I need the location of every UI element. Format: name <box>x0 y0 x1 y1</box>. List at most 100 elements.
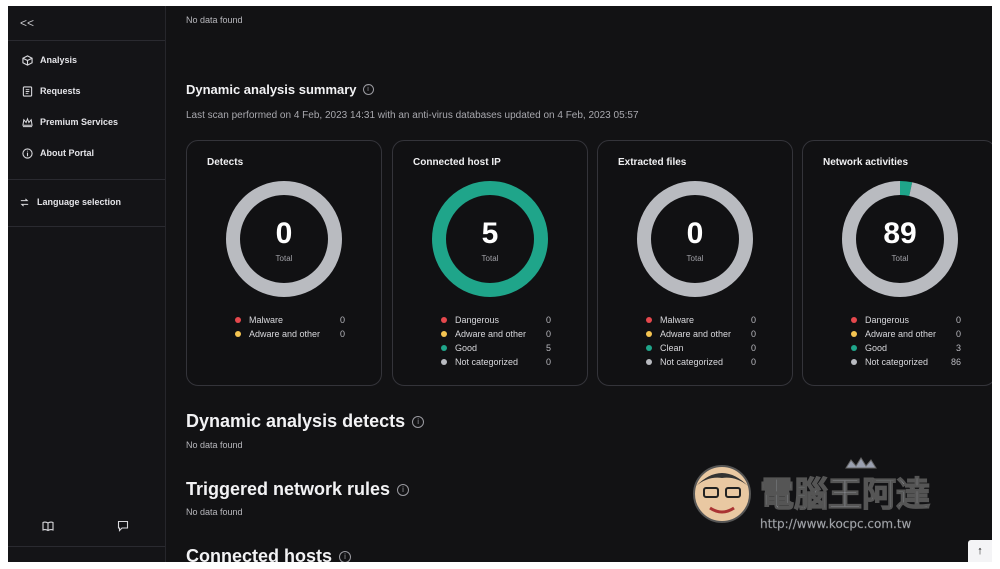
legend-dot <box>441 345 447 351</box>
collapse-sidebar-button[interactable]: << <box>20 16 34 30</box>
legend-label: Good <box>455 343 478 353</box>
legend-label: Malware <box>660 315 695 325</box>
connected-host-ip-card: Connected host IP 5 Total Dangerous 0 Adwa… <box>392 140 588 386</box>
legend-value: 3 <box>955 343 961 353</box>
legend-item: Dangerous 0 <box>851 313 961 327</box>
document-icon <box>22 85 33 97</box>
legend-value: 0 <box>750 343 756 353</box>
section-title-text: Connected hosts <box>186 546 333 562</box>
divider <box>8 546 165 547</box>
legend-value: 0 <box>339 329 345 339</box>
info-icon[interactable]: i <box>412 415 425 428</box>
legend-dot <box>851 331 857 337</box>
legend-value: 0 <box>545 315 551 325</box>
chat-icon[interactable] <box>117 519 129 532</box>
legend-dot <box>441 331 447 337</box>
legend-value: 0 <box>955 329 961 339</box>
legend-value: 0 <box>750 329 756 339</box>
legend-item: Malware 0 <box>646 313 756 327</box>
watermark-text: 電腦王阿達 <box>760 475 930 515</box>
info-icon <box>22 147 33 159</box>
legend-item: Good 5 <box>441 341 551 355</box>
extracted-files-card: Extracted files 0 Total Malware 0 Adware a… <box>597 140 793 386</box>
info-icon[interactable]: i <box>339 550 352 562</box>
sidebar-item-label: Analysis <box>40 55 78 65</box>
sidebar-item-label: Requests <box>40 86 81 96</box>
legend-label: Adware and other <box>660 329 732 339</box>
legend-item: Adware and other 0 <box>851 327 961 341</box>
legend-item: Not categorized 0 <box>646 355 756 369</box>
legend-item: Not categorized 86 <box>851 355 961 369</box>
scroll-to-top-button[interactable]: ↑ <box>968 540 992 562</box>
scan-info-text: Last scan performed on 4 Feb, 2023 14:31… <box>186 110 639 121</box>
card-title: Detects <box>207 157 244 168</box>
total-label: Total <box>275 254 293 263</box>
book-icon[interactable] <box>42 519 54 532</box>
detects-card: Detects 0 Total Malware 0 Adware and other… <box>186 140 382 386</box>
section-title-text: Dynamic analysis summary <box>186 82 357 97</box>
sidebar-item-requests[interactable]: Requests <box>22 84 81 98</box>
sidebar-item-label: Premium Services <box>40 117 119 127</box>
language-selection-label: Language selection <box>37 197 122 207</box>
legend-label: Not categorized <box>865 357 929 367</box>
legend-value: 0 <box>750 315 756 325</box>
legend-value: 0 <box>750 357 756 367</box>
legend-dot <box>851 359 857 365</box>
total-count: 5 <box>481 217 499 250</box>
legend-dot <box>851 345 857 351</box>
legend-dot <box>441 317 447 323</box>
legend-label: Good <box>865 343 888 353</box>
legend-value: 0 <box>955 315 961 325</box>
total-count: 0 <box>686 217 704 250</box>
legend-item: Good 3 <box>851 341 961 355</box>
no-data-text: No data found <box>186 440 243 450</box>
sidebar-item-about-portal[interactable]: About Portal <box>22 146 94 160</box>
legend-value: 86 <box>951 357 962 367</box>
sidebar-item-label: About Portal <box>40 148 94 158</box>
language-selection-button[interactable]: Language selection <box>19 195 121 209</box>
legend-dot <box>646 331 652 337</box>
cube-icon <box>22 54 33 66</box>
section-title-network-rules: Triggered network rules i <box>186 479 410 500</box>
info-icon[interactable]: i <box>397 483 410 496</box>
no-data-text: No data found <box>186 507 243 517</box>
section-title-connected-hosts: Connected hosts i <box>186 546 352 562</box>
legend-label: Clean <box>660 343 684 353</box>
section-title-detects: Dynamic analysis detects i <box>186 411 425 432</box>
legend-value: 0 <box>339 315 345 325</box>
watermark-url: http://www.kocpc.com.tw <box>760 517 912 531</box>
divider <box>8 40 165 41</box>
divider <box>8 179 165 180</box>
no-data-text: No data found <box>186 15 243 25</box>
legend-dot <box>235 317 241 323</box>
card-title: Network activities <box>823 157 909 168</box>
legend: Malware 0 Adware and other 0 Clean 0 Not categ… <box>646 313 756 369</box>
legend-label: Not categorized <box>455 357 519 367</box>
legend-item: Adware and other 0 <box>441 327 551 341</box>
card-title: Connected host IP <box>413 157 501 168</box>
card-title: Extracted files <box>618 157 687 168</box>
legend-value: 0 <box>545 357 551 367</box>
legend: Malware 0 Adware and other 0 <box>235 313 345 341</box>
section-title-text: Triggered network rules <box>186 479 391 499</box>
legend-label: Dangerous <box>865 315 910 325</box>
info-icon[interactable]: i <box>362 84 374 95</box>
legend-dot <box>646 359 652 365</box>
legend-item: Not categorized 0 <box>441 355 551 369</box>
total-label: Total <box>891 254 909 263</box>
legend-item: Adware and other 0 <box>235 327 345 341</box>
legend-dot <box>646 317 652 323</box>
legend-value: 0 <box>545 329 551 339</box>
sidebar-item-analysis[interactable]: Analysis <box>22 53 77 67</box>
legend-label: Adware and other <box>455 329 527 339</box>
section-title-summary: Dynamic analysis summary i <box>186 82 374 97</box>
sidebar-item-premium-services[interactable]: Premium Services <box>22 115 118 129</box>
legend-item: Malware 0 <box>235 313 345 327</box>
crown-icon <box>22 116 33 127</box>
legend-item: Adware and other 0 <box>646 327 756 341</box>
legend-label: Malware <box>249 315 284 325</box>
total-count: 89 <box>883 217 917 250</box>
network-activities-card: Network activities 89 Total Dangerous 0 Ad… <box>802 140 992 386</box>
legend-dot <box>646 345 652 351</box>
total-label: Total <box>686 254 704 263</box>
